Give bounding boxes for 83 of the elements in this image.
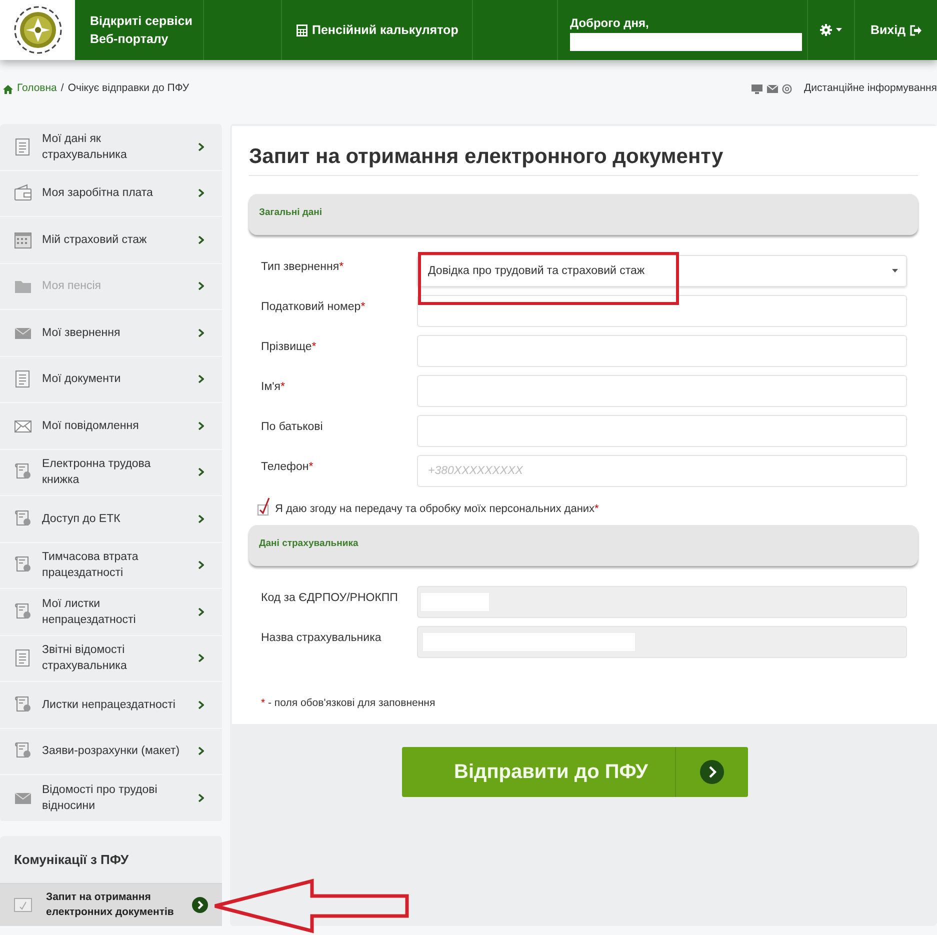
input-field[interactable] [417, 295, 907, 328]
settings-icon [820, 24, 832, 36]
document-icon [14, 370, 32, 388]
field-label: Податковий номер* [260, 300, 366, 316]
document-icon [14, 649, 32, 668]
sidebar-item[interactable]: Мій страховий стаж [0, 217, 222, 264]
envelope-icon [767, 85, 778, 93]
chevron-icon [198, 700, 204, 709]
section-title: Дані страхувальника [259, 538, 358, 550]
sidebar-item[interactable]: Тимчасова втрата працездатності [0, 542, 222, 589]
chevron-icon [198, 794, 204, 802]
field-label: Тип звернення* [260, 260, 345, 276]
sidebar-item[interactable]: Листки непрацездатності [0, 682, 222, 728]
sidebar-item[interactable]: Електронна трудова книжка [0, 450, 222, 496]
certificate-icon [14, 742, 32, 760]
field-label: По батькові [260, 420, 324, 436]
input-field[interactable] [417, 375, 907, 408]
sidebar-item[interactable]: Доступ до ЕТК [0, 496, 222, 542]
chevron-icon [198, 142, 204, 151]
settings-button[interactable] [820, 24, 842, 36]
certificate-icon [14, 463, 32, 482]
arrow-icon [212, 878, 412, 934]
chevron-icon [198, 468, 204, 476]
logout-button[interactable]: Вихід [856, 20, 936, 40]
sidebar-item[interactable]: Мої повідомлення [0, 403, 222, 450]
sidebar-item[interactable]: Відомості про трудові відносини [0, 775, 222, 822]
chevron-icon [198, 328, 204, 337]
portal-title: Відкриті сервіси Веб-порталу [89, 13, 194, 48]
sidebar-item[interactable]: Мої дані як страхувальника [0, 124, 222, 170]
certificate-icon [14, 602, 32, 621]
caret-icon [892, 269, 898, 274]
exit-icon [910, 24, 922, 36]
chevron-icon [198, 282, 204, 290]
field-label: Ім'я* [260, 380, 286, 396]
chevron-icon [198, 608, 204, 616]
chevron-icon [198, 561, 204, 570]
monitor-icon [751, 84, 764, 94]
sidebar-item[interactable]: Заяви-розрахунки (макет) [0, 728, 222, 775]
chevron-icon [198, 236, 204, 244]
field-label: Код за ЄДРПОУ/РНОКПП [260, 591, 399, 606]
logo-icon[interactable] [12, 4, 64, 56]
sidebar-item[interactable]: Звітні відомості страхувальника [0, 636, 222, 682]
sidebar-item[interactable]: Запит на отримання електронних документів [0, 884, 222, 926]
breadcrumb-separator: / [60, 81, 64, 96]
home-link[interactable]: Головна [3, 81, 57, 97]
chevron-icon [198, 514, 204, 523]
document-icon [14, 898, 32, 912]
chevron-icon [198, 375, 204, 384]
field-label: Телефон* [260, 460, 314, 476]
chevron-icon [198, 747, 204, 756]
input-field[interactable] [417, 335, 907, 368]
sidebar-item[interactable]: Мої документи [0, 356, 222, 403]
type-select[interactable]: Довідка про трудовий та страховий стаж [417, 255, 907, 288]
caret-icon [836, 28, 842, 32]
consent-checkbox[interactable] [257, 495, 271, 518]
home-icon [3, 84, 13, 94]
certificate-icon [14, 510, 32, 528]
calendar-icon [14, 230, 32, 249]
greeting-text: Доброго дня, [570, 15, 650, 32]
remote-info-link[interactable]: Дистанційне інформування [804, 81, 937, 97]
chevron-icon [198, 422, 204, 430]
chevron-icon [192, 897, 208, 913]
chevron-icon [700, 760, 724, 784]
chevron-icon [198, 189, 204, 198]
calculator-link[interactable]: Пенсійний калькулятор [282, 20, 472, 40]
chevron-icon [198, 654, 204, 662]
breadcrumb-current: Очікує відправки до ПФУ [68, 81, 190, 96]
input-field[interactable]: +380XXXXXXXXX [417, 455, 907, 488]
footnote-text: * - поля обов'язкові для заповнення [261, 696, 436, 712]
sidebar-item[interactable]: Мої листки непрацездатності [0, 589, 222, 636]
form-title: Запит на отримання електронного документу [249, 144, 918, 176]
sidebar-item[interactable]: Моя заробітна плата [0, 170, 222, 217]
wallet-icon [14, 184, 32, 202]
consent-label: Я даю згоду на передачу та обробку моїх персональних даних* [275, 502, 599, 517]
input-field[interactable] [417, 415, 907, 448]
section-title: Загальні дані [259, 207, 322, 218]
certificate-icon [14, 696, 32, 714]
document-icon [14, 138, 32, 156]
field-label: Назва страхувальника [260, 631, 382, 646]
sidebar-item[interactable]: Мої звернення [0, 310, 222, 356]
calculator-icon [296, 24, 308, 36]
certificate-icon [14, 556, 32, 574]
field-label: Прізвище* [260, 340, 318, 356]
